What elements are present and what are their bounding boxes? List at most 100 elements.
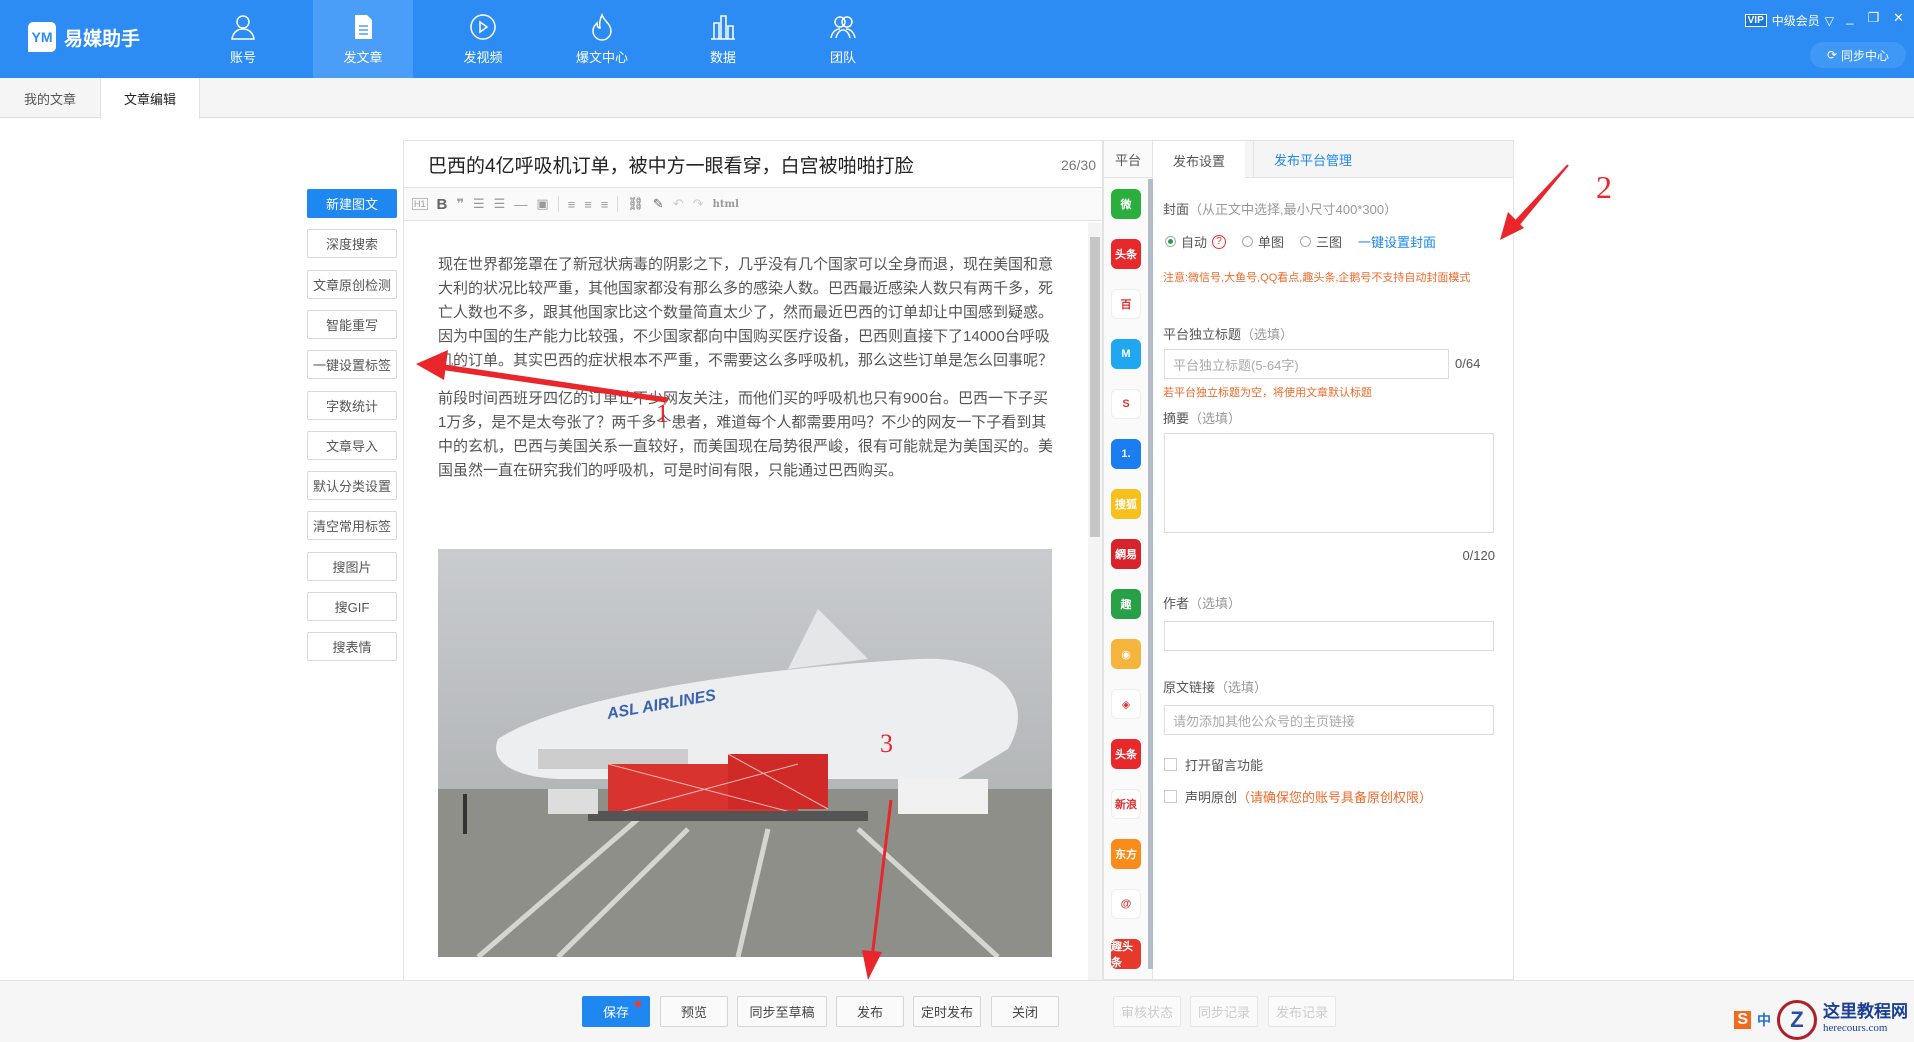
cover-triple-radio[interactable]: 三图: [1300, 232, 1342, 251]
platform-title-label: 平台独立标题（选填）: [1163, 327, 1294, 342]
editor-scrollbar[interactable]: [1088, 223, 1102, 981]
find-icon[interactable]: ⛓: [627, 196, 644, 212]
bar-chart-icon: [711, 14, 735, 40]
dropdown-icon[interactable]: ▽: [1825, 14, 1834, 28]
tool-button[interactable]: 深度搜索: [307, 229, 397, 259]
enable-comments-checkbox[interactable]: 打开留言功能: [1164, 755, 1263, 774]
dongfang-platform-icon[interactable]: 东方: [1111, 839, 1141, 869]
bold-icon[interactable]: B: [437, 196, 448, 213]
aiqiyi-platform-icon[interactable]: ◈: [1111, 689, 1141, 719]
quote-icon[interactable]: ❞: [456, 196, 464, 212]
baijiahao-platform-icon[interactable]: 百: [1111, 289, 1141, 319]
nav-label: 发文章: [343, 49, 383, 65]
sohu-platform-icon[interactable]: 搜狐: [1111, 489, 1141, 519]
tool-button[interactable]: 文章导入: [307, 430, 397, 460]
user-icon: [231, 14, 255, 40]
cover-single-radio[interactable]: 单图: [1242, 232, 1284, 251]
unsaved-dot: [635, 1001, 641, 1007]
align-center-icon[interactable]: ≡: [584, 197, 592, 212]
toutiao-2-platform-icon[interactable]: 头条: [1111, 739, 1141, 769]
minimize-icon[interactable]: _: [1846, 10, 1853, 26]
tool-button[interactable]: 智能重写: [307, 309, 397, 339]
unordered-list-icon[interactable]: ☰: [494, 196, 506, 212]
nav-account[interactable]: 账号: [193, 0, 293, 78]
heading-icon[interactable]: H1: [412, 198, 428, 210]
ordered-list-icon[interactable]: ☰: [473, 196, 485, 212]
toutiao-platform-icon[interactable]: 头条: [1111, 239, 1141, 269]
tab-publish-settings[interactable]: 发布设置: [1153, 141, 1246, 179]
tool-button[interactable]: 搜表情: [307, 632, 397, 662]
site-domain: herecours.com: [1823, 1022, 1888, 1034]
platform-title-input[interactable]: 平台独立标题(5-64字): [1164, 349, 1449, 379]
dayu-platform-icon[interactable]: M: [1111, 339, 1141, 369]
cover-warning: 注意:微信号,大鱼号,QQ看点,趣头条,企鹅号不支持自动封面模式: [1163, 272, 1471, 284]
qutoutiao-platform-icon[interactable]: 趣: [1111, 589, 1141, 619]
sync-center-button[interactable]: ⟳ 同步中心: [1810, 42, 1906, 68]
close-icon[interactable]: ✕: [1893, 10, 1904, 26]
cover-auto-radio[interactable]: 自动?: [1165, 232, 1227, 251]
close-button[interactable]: 关闭: [991, 996, 1059, 1027]
tool-button[interactable]: 默认分类设置: [307, 471, 397, 501]
redo-icon[interactable]: ↷: [693, 196, 704, 212]
fenghuang-platform-icon[interactable]: @: [1111, 889, 1141, 919]
source-link-input[interactable]: 请勿添加其他公众号的主页链接: [1164, 705, 1494, 735]
one-click-cover-link[interactable]: 一键设置封面: [1358, 232, 1436, 251]
undo-icon[interactable]: ↶: [673, 196, 684, 212]
author-input[interactable]: [1164, 621, 1494, 651]
qiehao-platform-icon[interactable]: S: [1111, 389, 1141, 419]
paragraph: 前段时间西班牙四亿的订单让不少网友关注，而他们买的呼吸机也只有900台。巴西一下…: [438, 390, 1054, 479]
declare-original-checkbox[interactable]: 声明原创 （请确保您的账号具备原创权限）: [1164, 787, 1432, 806]
annotation-arrow-2: [1510, 164, 1569, 230]
article-body[interactable]: 现在世界都笼罩在了新冠状病毒的阴影之下，几乎没有几个国家可以全身而退，现在美国和…: [438, 253, 1054, 497]
align-right-icon[interactable]: ≡: [601, 197, 609, 212]
nav-post-article[interactable]: 发文章: [313, 0, 413, 78]
article-image[interactable]: ASL AIRLINES: [438, 549, 1052, 957]
membership[interactable]: VIP 中级会员 ▽: [1744, 12, 1834, 29]
tab-my-articles[interactable]: 我的文章: [0, 78, 100, 118]
html-source-button[interactable]: html: [713, 199, 739, 210]
eraser-icon[interactable]: ✎: [653, 196, 664, 212]
tool-button[interactable]: 搜GIF: [307, 592, 397, 621]
preview-button[interactable]: 预览: [660, 996, 728, 1027]
review-status-button[interactable]: 审核状态: [1113, 996, 1181, 1027]
help-icon[interactable]: ?: [1212, 234, 1227, 249]
document-icon: [355, 14, 372, 39]
nav-label: 爆文中心: [575, 49, 628, 65]
nav-post-video[interactable]: 发视频: [433, 0, 533, 78]
publish-records-button[interactable]: 发布记录: [1268, 996, 1336, 1027]
tool-button[interactable]: 清空常用标签: [307, 511, 397, 541]
tool-button[interactable]: 文章原创检测: [307, 269, 397, 299]
member-level: 中级会员: [1771, 14, 1820, 28]
nav-hot-articles[interactable]: 爆文中心: [552, 0, 652, 78]
tool-button[interactable]: 新建图文: [307, 189, 397, 218]
scheduled-publish-button[interactable]: 定时发布: [913, 996, 981, 1027]
align-left-icon[interactable]: ≡: [568, 197, 576, 212]
tool-button[interactable]: 一键设置标签: [307, 350, 397, 380]
article-title-input[interactable]: 巴西的4亿呼吸机订单，被中方一眼看穿，白宫被啪啪打脸: [428, 151, 914, 178]
publish-button[interactable]: 发布: [836, 996, 904, 1027]
platform-list: 平台 微头条百 M S 1. 搜狐 網易趣 ◉ ◈ 头条 新浪 东方 @ 趣头条: [1103, 140, 1153, 980]
tool-button[interactable]: 搜图片: [307, 551, 397, 581]
horizontal-rule-icon[interactable]: —: [514, 197, 527, 212]
ime-mode: 中: [1757, 1012, 1771, 1028]
yidian-platform-icon[interactable]: 1.: [1111, 439, 1141, 469]
sync-draft-button[interactable]: 同步至草稿: [737, 996, 827, 1027]
qutoutiao-2-platform-icon[interactable]: 趣头条: [1111, 939, 1141, 969]
image-icon[interactable]: ▣: [536, 196, 548, 212]
tab-article-edit[interactable]: 文章编辑: [100, 78, 200, 119]
save-button[interactable]: 保存: [582, 996, 650, 1027]
wechat-platform-icon[interactable]: 微: [1111, 189, 1141, 219]
flame-icon: [592, 12, 612, 41]
maximize-icon[interactable]: ❐: [1867, 10, 1879, 26]
summary-textarea[interactable]: [1164, 433, 1494, 533]
tool-button[interactable]: 字数统计: [307, 390, 397, 420]
sync-records-button[interactable]: 同步记录: [1190, 996, 1258, 1027]
netease-platform-icon[interactable]: 網易: [1111, 539, 1141, 569]
tab-platform-management[interactable]: 发布平台管理: [1253, 141, 1372, 178]
nav-team[interactable]: 团队: [793, 0, 893, 78]
sina-kandian-platform-icon[interactable]: 新浪: [1111, 789, 1141, 819]
weibo-platform-icon[interactable]: ◉: [1111, 639, 1141, 669]
nav-data[interactable]: 数据: [673, 0, 773, 78]
summary-count: 0/120: [1462, 548, 1495, 563]
site-logo-icon: Z: [1777, 1000, 1817, 1040]
